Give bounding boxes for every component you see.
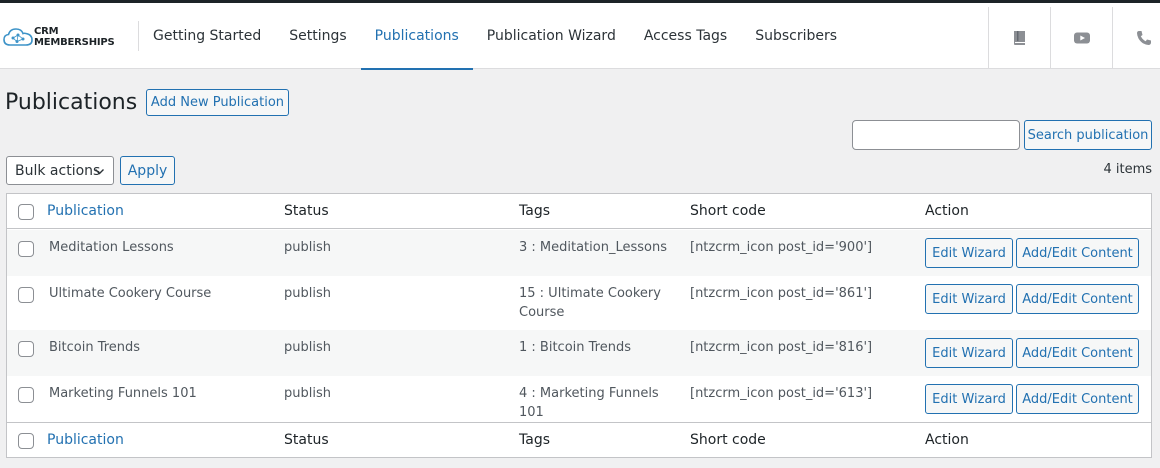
- publication-name: Bitcoin Trends: [49, 340, 141, 355]
- publication-tags: 15 : Ultimate Cookery Course: [519, 286, 661, 320]
- publication-short-code: [ntzcrm_icon post_id='861']: [690, 286, 873, 301]
- book-icon: [1013, 31, 1025, 45]
- table-row: Bitcoin Trends publish 1 : Bitcoin Trend…: [7, 330, 1151, 376]
- nav-getting-started[interactable]: Getting Started: [139, 3, 275, 69]
- chevron-down-icon: [95, 169, 104, 175]
- row-checkbox[interactable]: [18, 387, 34, 403]
- nav-publication-wizard[interactable]: Publication Wizard: [473, 3, 630, 69]
- publication-short-code: [ntzcrm_icon post_id='613']: [690, 386, 873, 401]
- publication-tags: 1 : Bitcoin Trends: [519, 340, 631, 355]
- bulk-actions-value: Bulk actions: [15, 162, 101, 179]
- table-row: Meditation Lessons publish 3 : Meditatio…: [7, 230, 1151, 276]
- add-new-publication-button[interactable]: Add New Publication: [146, 89, 289, 116]
- add-edit-content-button[interactable]: Add/Edit Content: [1016, 338, 1139, 368]
- nav-publications[interactable]: Publications: [360, 3, 473, 70]
- publication-status: publish: [284, 386, 331, 401]
- apply-button[interactable]: Apply: [120, 156, 175, 185]
- publication-name: Marketing Funnels 101: [49, 386, 197, 401]
- youtube-icon: [1073, 32, 1090, 44]
- column-header-status: Status: [284, 203, 329, 219]
- brand-line2: MEMBERSHIPS: [34, 37, 115, 48]
- publications-table: Publication Status Tags Short code Actio…: [6, 193, 1152, 458]
- brand-line1: CRM: [34, 26, 59, 37]
- column-footer-action: Action: [925, 432, 969, 448]
- nav-access-tags[interactable]: Access Tags: [630, 3, 741, 69]
- row-checkbox[interactable]: [18, 341, 34, 357]
- search-input[interactable]: [852, 120, 1020, 150]
- table-row: Marketing Funnels 101 publish 4 : Market…: [7, 376, 1151, 422]
- publication-name: Meditation Lessons: [49, 240, 174, 255]
- column-header-publication[interactable]: Publication: [47, 203, 124, 219]
- publication-tags: 3 : Meditation_Lessons: [519, 240, 667, 255]
- select-all-checkbox[interactable]: [18, 204, 34, 220]
- nav-subscribers[interactable]: Subscribers: [741, 3, 851, 69]
- support-call-button[interactable]: [1112, 7, 1160, 69]
- page-title: Publications: [5, 90, 138, 115]
- column-footer-status: Status: [284, 432, 329, 448]
- brand-name: CRM MEMBERSHIPS: [34, 26, 115, 48]
- row-checkbox[interactable]: [18, 287, 34, 303]
- publication-status: publish: [284, 286, 331, 301]
- column-header-action: Action: [925, 203, 969, 219]
- column-footer-publication[interactable]: Publication: [47, 432, 124, 448]
- column-header-tags: Tags: [519, 203, 550, 219]
- publication-name: Ultimate Cookery Course: [49, 286, 212, 301]
- column-footer-short-code: Short code: [690, 432, 766, 448]
- publication-short-code: [ntzcrm_icon post_id='900']: [690, 240, 873, 255]
- edit-wizard-button[interactable]: Edit Wizard: [925, 384, 1013, 414]
- add-edit-content-button[interactable]: Add/Edit Content: [1016, 284, 1139, 314]
- table-header: Publication Status Tags Short code Actio…: [7, 194, 1151, 229]
- edit-wizard-button[interactable]: Edit Wizard: [925, 238, 1013, 268]
- table-row: Ultimate Cookery Course publish 15 : Ult…: [7, 276, 1151, 330]
- add-edit-content-button[interactable]: Add/Edit Content: [1016, 238, 1139, 268]
- brand-logo[interactable]: CRM MEMBERSHIPS: [3, 23, 128, 51]
- bulk-actions-select[interactable]: Bulk actions: [6, 156, 114, 185]
- publication-status: publish: [284, 240, 331, 255]
- publication-status: publish: [284, 340, 331, 355]
- column-header-short-code: Short code: [690, 203, 766, 219]
- column-footer-tags: Tags: [519, 432, 550, 448]
- items-count: 4 items: [1103, 162, 1152, 177]
- documentation-button[interactable]: [988, 7, 1050, 69]
- publication-short-code: [ntzcrm_icon post_id='816']: [690, 340, 873, 355]
- select-all-checkbox[interactable]: [18, 433, 34, 449]
- nav-settings[interactable]: Settings: [275, 3, 360, 69]
- edit-wizard-button[interactable]: Edit Wizard: [925, 284, 1013, 314]
- edit-wizard-button[interactable]: Edit Wizard: [925, 338, 1013, 368]
- row-checkbox[interactable]: [18, 241, 34, 257]
- video-tutorials-button[interactable]: [1050, 7, 1112, 69]
- top-navigation-bar: CRM MEMBERSHIPS Getting Started Settings…: [0, 3, 1160, 70]
- add-edit-content-button[interactable]: Add/Edit Content: [1016, 384, 1139, 414]
- table-footer: Publication Status Tags Short code Actio…: [7, 422, 1151, 457]
- phone-icon: [1136, 31, 1151, 45]
- publication-tags: 4 : Marketing Funnels 101: [519, 386, 659, 420]
- main-nav: Getting Started Settings Publications Pu…: [139, 3, 851, 70]
- cloud-network-icon: [3, 28, 33, 46]
- search-publication-button[interactable]: Search publication: [1024, 120, 1152, 150]
